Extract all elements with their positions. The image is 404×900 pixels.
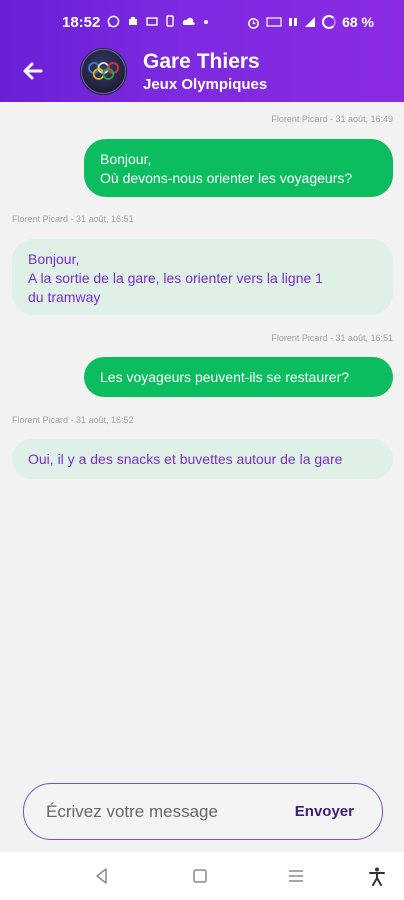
incoming-message-bubble[interactable]: Bonjour, A la sortie de la gare, les ori… <box>12 239 393 315</box>
status-bar: 18:52 68 % <box>0 0 404 40</box>
chat-title: Gare Thiers <box>143 50 260 73</box>
sim-icon <box>166 15 174 27</box>
battery-icon <box>322 15 337 29</box>
system-nav-bar <box>0 852 404 900</box>
arrow-left-icon[interactable] <box>20 58 46 84</box>
message-meta: Florent Picard - 31 août, 16:49 <box>271 114 393 124</box>
message-meta: Florent Picard - 31 août, 16:51 <box>12 214 134 224</box>
status-time: 18:52 <box>62 14 101 31</box>
incoming-message-bubble[interactable]: Oui, il y a des snacks et buvettes autou… <box>12 439 393 479</box>
outgoing-message-bubble[interactable]: Les voyageurs peuvent-ils se restaurer? <box>84 357 393 397</box>
app-notification-icon <box>129 17 137 25</box>
menu-lines-icon[interactable] <box>286 866 306 886</box>
message-input[interactable] <box>46 802 266 822</box>
alarm-icon <box>248 17 259 29</box>
accessibility-icon[interactable] <box>367 866 387 886</box>
square-home-icon[interactable] <box>190 866 210 886</box>
battery-level: 68 % <box>342 14 374 30</box>
message-icon <box>146 17 158 26</box>
volte-icon <box>289 18 298 26</box>
system-icons: 68 % <box>247 14 374 30</box>
whatsapp-icon <box>107 15 120 28</box>
outgoing-message-bubble[interactable]: Bonjour, Où devons-nous orienter les voy… <box>84 139 393 197</box>
olympic-rings-icon[interactable] <box>80 48 127 95</box>
message-meta: Florent Picard - 31 août, 16:51 <box>271 333 393 343</box>
chat-subtitle: Jeux Olympiques <box>143 76 268 93</box>
app-header: 18:52 68 % Gare Thiers Jeux Olympiques <box>0 0 404 102</box>
triangle-back-icon[interactable] <box>92 866 112 886</box>
cloud-icon <box>182 17 195 25</box>
signal-icon <box>305 17 316 27</box>
notification-icons <box>107 15 209 28</box>
message-meta: Florent Picard - 31 août, 16:52 <box>12 415 134 425</box>
send-button[interactable]: Envoyer <box>295 803 354 820</box>
dot-icon <box>204 20 208 24</box>
message-composer: Envoyer <box>23 783 383 840</box>
network-speed-icon <box>266 17 282 27</box>
